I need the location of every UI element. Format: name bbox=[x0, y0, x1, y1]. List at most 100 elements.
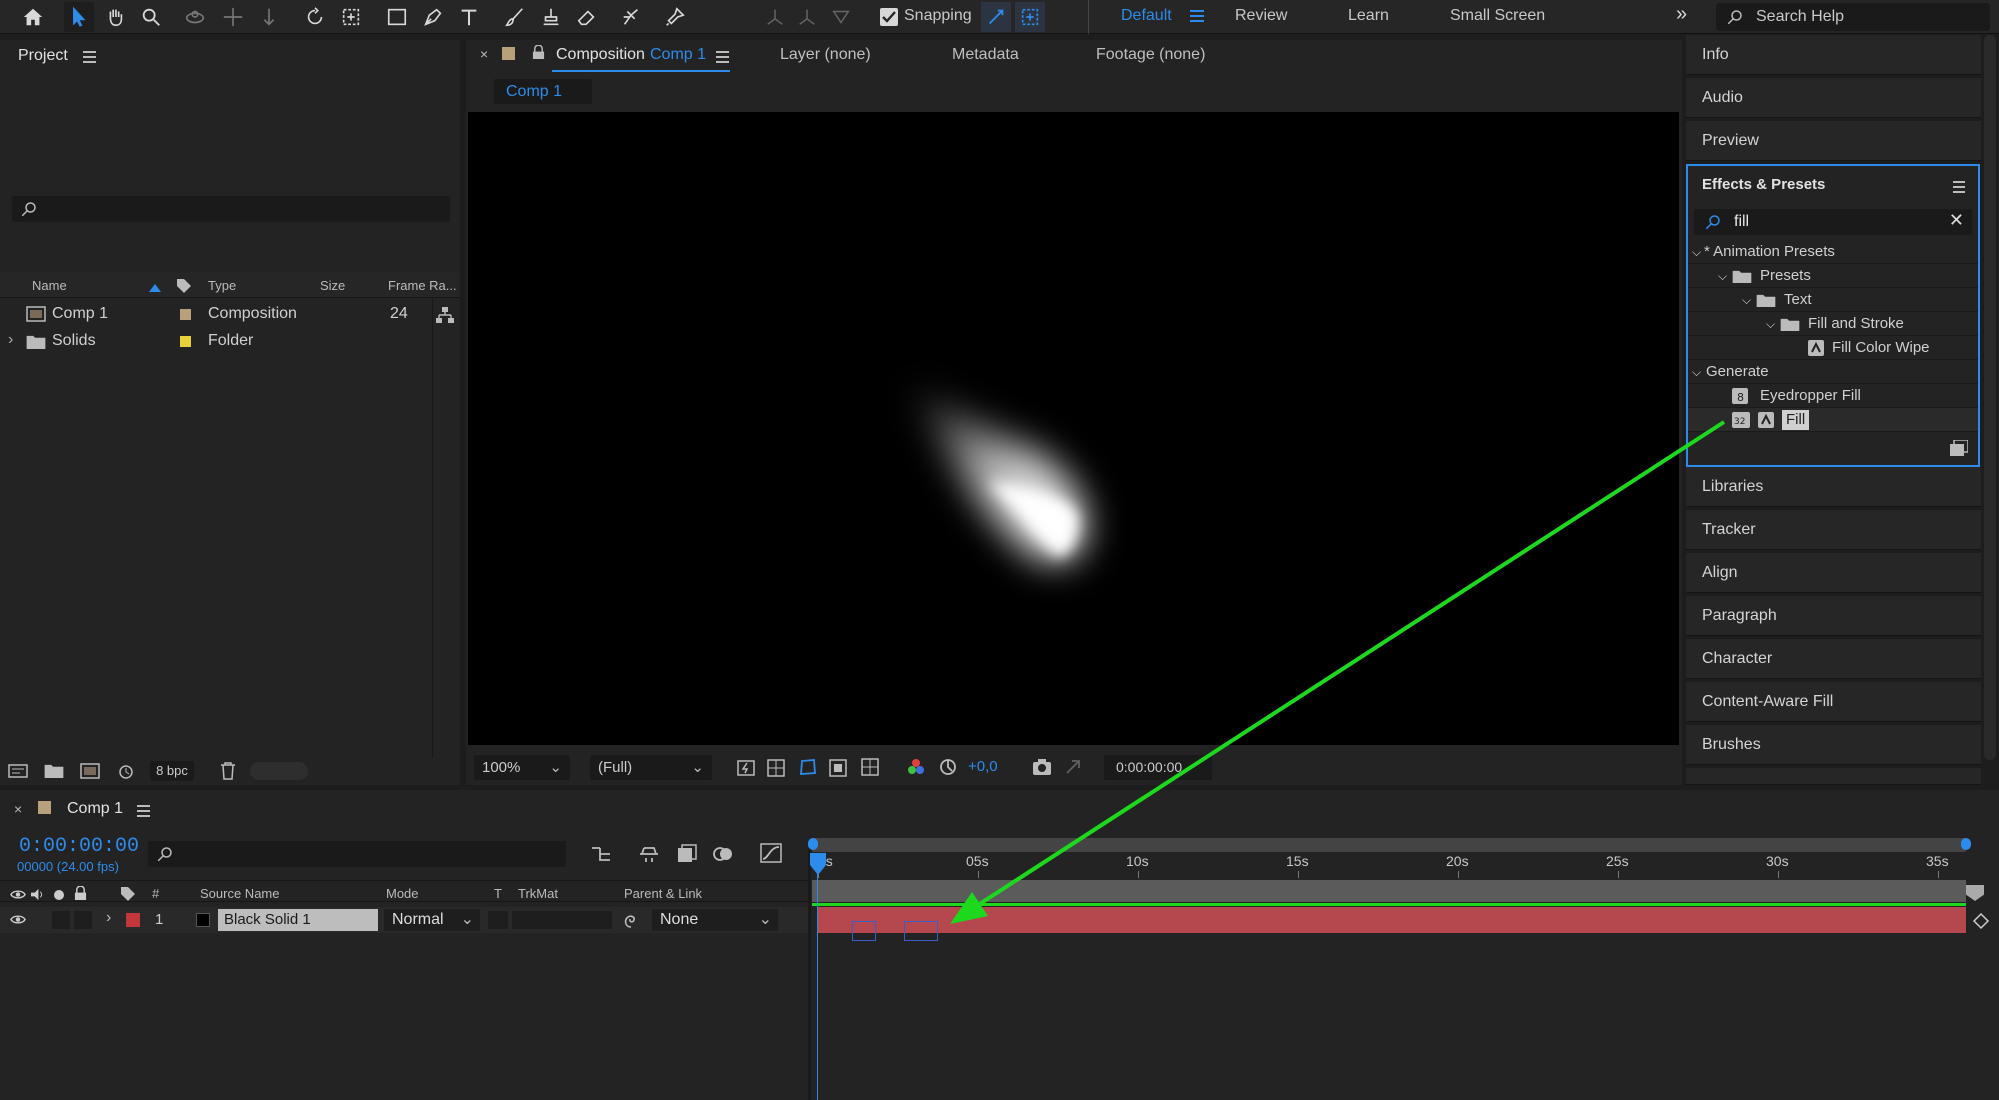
right-column-scrollbar[interactable] bbox=[1984, 35, 1996, 760]
col-parent-link[interactable]: Parent & Link bbox=[624, 886, 702, 901]
tree-row-fill-and-stroke[interactable]: ⌵ Fill and Stroke bbox=[1688, 312, 1978, 336]
lock-toggle[interactable] bbox=[74, 911, 92, 929]
workspace-learn[interactable]: Learn bbox=[1348, 7, 1389, 25]
clone-stamp-tool-icon[interactable] bbox=[536, 2, 566, 32]
graph-editor-icon[interactable] bbox=[760, 843, 782, 863]
comp-breadcrumb[interactable]: Comp 1 bbox=[494, 79, 592, 104]
roto-brush-tool-icon[interactable] bbox=[616, 2, 646, 32]
video-visibility-icon[interactable] bbox=[10, 889, 26, 900]
tree-row-text[interactable]: ⌵ Text bbox=[1688, 288, 1978, 312]
new-composition-icon[interactable] bbox=[80, 763, 100, 779]
composition-panel-menu-icon[interactable] bbox=[716, 51, 729, 63]
timeline-comp-tab[interactable]: Comp 1 bbox=[67, 800, 123, 818]
project-search-input[interactable] bbox=[12, 196, 450, 222]
composition-canvas[interactable] bbox=[468, 112, 1679, 745]
expand-chevron-icon[interactable]: › bbox=[106, 909, 111, 927]
axis-view-icon[interactable] bbox=[826, 2, 856, 32]
work-area-end-handle[interactable] bbox=[1961, 838, 1971, 850]
col-source-name[interactable]: Source Name bbox=[200, 886, 279, 901]
tree-row-presets[interactable]: ⌵ Presets bbox=[1688, 264, 1978, 288]
composition-mini-flowchart-icon[interactable] bbox=[590, 844, 612, 864]
axis-local-icon[interactable] bbox=[760, 2, 790, 32]
shy-layers-icon[interactable] bbox=[676, 844, 698, 864]
clear-search-icon[interactable]: ✕ bbox=[1949, 210, 1964, 231]
composition-tab-label[interactable]: Composition bbox=[556, 46, 645, 64]
timeline-timecode[interactable]: 0:00:00:00 bbox=[19, 835, 139, 858]
axis-world-icon[interactable] bbox=[792, 2, 822, 32]
timeline-panel-menu-icon[interactable] bbox=[137, 805, 150, 817]
panel-character[interactable]: Character bbox=[1686, 639, 1981, 679]
timeline-search-input[interactable] bbox=[148, 841, 566, 867]
layer-name[interactable]: Black Solid 1 bbox=[218, 909, 378, 931]
show-channel-icon[interactable] bbox=[906, 757, 926, 777]
workspace-default[interactable]: Default bbox=[1121, 7, 1172, 25]
layer-navigator-bar[interactable] bbox=[812, 880, 1966, 902]
more-workspaces-icon[interactable]: » bbox=[1676, 3, 1687, 26]
label-color-swatch[interactable] bbox=[180, 336, 191, 347]
snap-features-icon[interactable] bbox=[1015, 2, 1045, 32]
col-frame-rate[interactable]: Frame Ra... bbox=[388, 278, 457, 293]
composition-tab-name[interactable]: Comp 1 bbox=[650, 46, 706, 64]
tab-layer[interactable]: Layer (none) bbox=[780, 46, 871, 64]
keyframe-navigator-icon[interactable] bbox=[1972, 912, 1990, 930]
workspace-review[interactable]: Review bbox=[1235, 7, 1287, 25]
anchor-point-tool-icon[interactable] bbox=[336, 2, 366, 32]
panel-brushes[interactable]: Brushes bbox=[1686, 725, 1981, 765]
panel-audio[interactable]: Audio bbox=[1686, 78, 1981, 118]
close-tab-icon[interactable]: × bbox=[480, 46, 488, 62]
project-item-comp[interactable]: Comp 1 Composition 24 bbox=[0, 302, 460, 329]
track-matte-slot[interactable] bbox=[512, 911, 612, 929]
rotate-tool-icon[interactable] bbox=[300, 2, 330, 32]
flowchart-icon[interactable] bbox=[436, 306, 454, 324]
resolution-dropdown[interactable]: (Full) ⌄ bbox=[590, 755, 712, 780]
audio-icon[interactable] bbox=[30, 888, 45, 901]
col-mode[interactable]: Mode bbox=[386, 886, 419, 901]
lock-icon[interactable] bbox=[532, 45, 545, 60]
panel-tracker[interactable]: Tracker bbox=[1686, 510, 1981, 550]
tab-metadata[interactable]: Metadata bbox=[952, 46, 1019, 64]
new-preset-icon[interactable] bbox=[1950, 440, 1968, 456]
effects-panel-menu-icon[interactable] bbox=[1953, 181, 1965, 193]
puppet-pin-tool-icon[interactable] bbox=[660, 2, 690, 32]
dolly-camera-icon[interactable] bbox=[254, 2, 284, 32]
frame-blending-icon[interactable] bbox=[712, 844, 734, 864]
workspace-menu-icon[interactable] bbox=[1190, 10, 1204, 22]
bit-depth-button[interactable]: 8 bpc bbox=[150, 761, 194, 781]
label-color-swatch[interactable] bbox=[180, 309, 191, 320]
panel-paragraph[interactable]: Paragraph bbox=[1686, 596, 1981, 636]
pen-tool-icon[interactable] bbox=[418, 2, 448, 32]
new-folder-icon[interactable] bbox=[44, 763, 64, 778]
fast-previews-icon[interactable] bbox=[736, 758, 756, 778]
col-name[interactable]: Name bbox=[32, 278, 67, 293]
parent-dropdown[interactable]: None ⌄ bbox=[652, 909, 778, 931]
panel-libraries[interactable]: Libraries bbox=[1686, 467, 1981, 507]
tree-row-animation-presets[interactable]: ⌵ * Animation Presets bbox=[1688, 240, 1978, 264]
solo-icon[interactable] bbox=[54, 890, 64, 900]
zoom-dropdown[interactable]: 100% ⌄ bbox=[474, 755, 570, 780]
home-icon[interactable] bbox=[18, 2, 48, 32]
work-area-start-handle[interactable] bbox=[808, 838, 818, 850]
col-trkmat[interactable]: TrkMat bbox=[518, 886, 558, 901]
snapshot-camera-icon[interactable] bbox=[1032, 758, 1052, 776]
layer-label-swatch[interactable] bbox=[126, 913, 140, 927]
grid-guides-icon[interactable] bbox=[860, 757, 880, 777]
snap-edges-icon[interactable] bbox=[981, 2, 1011, 32]
layer-duration-bar[interactable] bbox=[818, 907, 1966, 933]
workspace-small-screen[interactable]: Small Screen bbox=[1450, 7, 1545, 25]
transparency-grid-icon[interactable] bbox=[766, 758, 786, 778]
trash-icon[interactable] bbox=[220, 762, 236, 780]
viewer-timecode[interactable]: 0:00:00:00 bbox=[1104, 755, 1212, 780]
pan-camera-icon[interactable] bbox=[218, 2, 248, 32]
effects-search-input[interactable]: fill ✕ bbox=[1694, 209, 1972, 235]
project-item-solids[interactable]: › Solids Folder bbox=[0, 329, 460, 356]
tab-footage[interactable]: Footage (none) bbox=[1096, 46, 1205, 64]
tree-row-fill[interactable]: 32 Fill bbox=[1688, 408, 1978, 432]
tree-row-eyedropper-fill[interactable]: 8 Eyedropper Fill bbox=[1688, 384, 1978, 408]
sort-ascending-icon[interactable] bbox=[148, 284, 162, 292]
draft-3d-icon[interactable] bbox=[638, 844, 660, 864]
project-panel-menu-icon[interactable] bbox=[83, 51, 96, 63]
lock-icon[interactable] bbox=[74, 886, 87, 901]
col-size[interactable]: Size bbox=[320, 278, 345, 293]
preserve-transparency-toggle[interactable] bbox=[488, 911, 508, 929]
tree-row-fill-color-wipe[interactable]: Fill Color Wipe bbox=[1688, 336, 1978, 360]
